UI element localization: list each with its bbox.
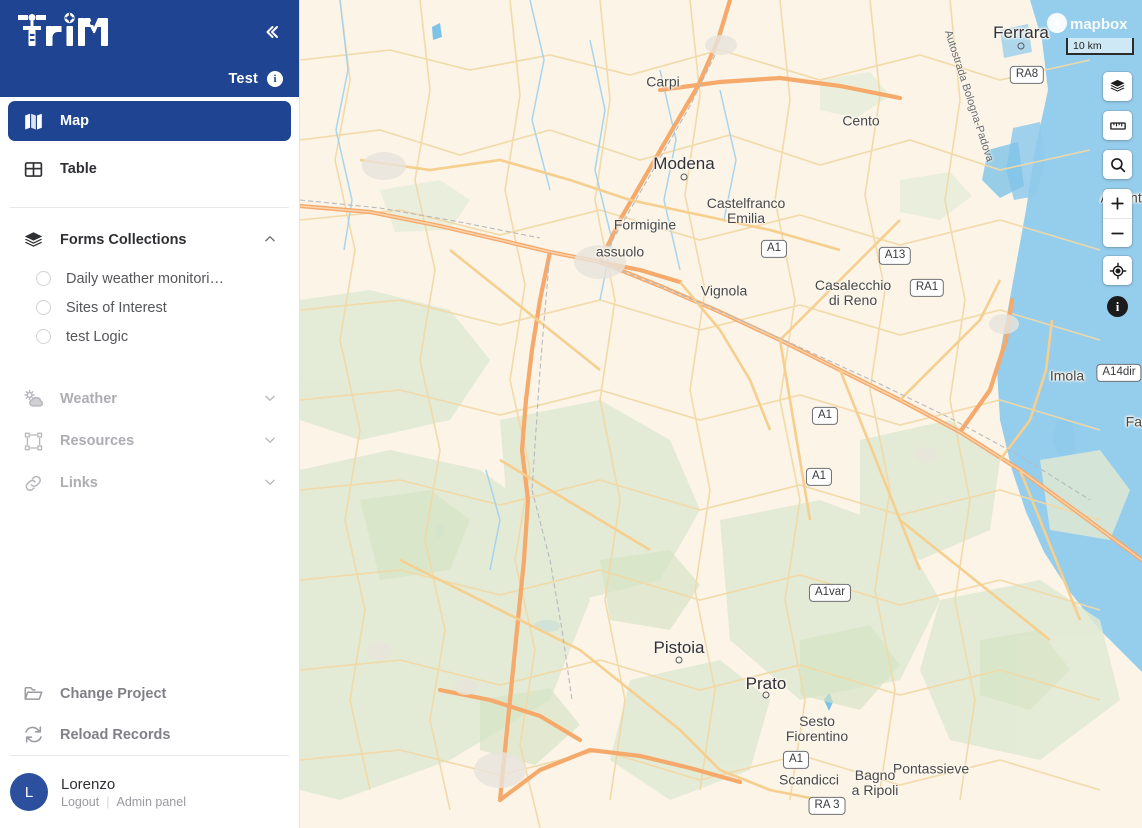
map-icon bbox=[22, 110, 44, 132]
city-dot bbox=[1017, 42, 1025, 50]
chevron-down-icon bbox=[263, 433, 277, 450]
reload-records-button[interactable]: Reload Records bbox=[0, 714, 299, 755]
radio-icon[interactable] bbox=[36, 300, 51, 315]
collection-label: Sites of Interest bbox=[66, 299, 167, 316]
trim-logo bbox=[16, 12, 112, 52]
layers-icon[interactable] bbox=[1103, 72, 1132, 101]
link-separator: | bbox=[106, 795, 110, 810]
map-scale-bar: 10 km bbox=[1066, 38, 1134, 55]
project-name: Test bbox=[228, 71, 258, 87]
map-search-control[interactable] bbox=[1103, 150, 1132, 179]
bottom-action-label: Change Project bbox=[60, 685, 167, 702]
sidebar-divider bbox=[10, 207, 289, 208]
refresh-icon bbox=[22, 724, 44, 746]
svg-text:mapbox: mapbox bbox=[1070, 16, 1128, 33]
road-shield: RA1 bbox=[909, 278, 945, 298]
chevron-down-icon bbox=[263, 475, 277, 492]
road-shield: RA8 bbox=[1009, 65, 1045, 85]
change-project-button[interactable]: Change Project bbox=[0, 673, 299, 714]
city-dot bbox=[680, 173, 688, 181]
logout-link[interactable]: Logout bbox=[61, 795, 99, 809]
user-name: Lorenzo bbox=[61, 775, 116, 793]
sidebar-section-label: Links bbox=[60, 475, 98, 491]
sidebar-body: Map Table Forms Collections Daily weathe… bbox=[0, 97, 299, 673]
chevrons-left-icon bbox=[266, 26, 278, 38]
collection-label: Daily weather monitori… bbox=[66, 270, 224, 287]
sidebar-section-weather[interactable]: Weather bbox=[0, 379, 299, 419]
sidebar-section-forms-collections[interactable]: Forms Collections bbox=[0, 220, 299, 260]
sidebar-collapse-button[interactable] bbox=[255, 16, 287, 48]
sidebar-section-label: Forms Collections bbox=[60, 232, 187, 248]
sidebar: Test i Map Table Forms Collections Daily… bbox=[0, 0, 300, 828]
map-geolocate-control[interactable] bbox=[1103, 256, 1132, 285]
geolocate-icon[interactable] bbox=[1103, 256, 1132, 285]
project-indicator: Test i bbox=[228, 71, 283, 87]
list-item[interactable]: Daily weather monitori… bbox=[0, 264, 299, 293]
zoom-out-icon[interactable] bbox=[1103, 218, 1132, 247]
sidebar-section-label: Resources bbox=[60, 433, 135, 449]
mapbox-logo[interactable]: mapbox bbox=[1046, 12, 1134, 34]
road-shield: A13 bbox=[878, 246, 912, 266]
sidebar-footer: Change Project Reload Records L Lorenzo … bbox=[0, 673, 299, 828]
map-zoom-control[interactable] bbox=[1103, 189, 1132, 247]
city-dot bbox=[762, 691, 770, 699]
sidebar-item-table[interactable]: Table bbox=[8, 149, 291, 189]
ruler-icon[interactable] bbox=[1103, 111, 1132, 140]
zoom-in-icon[interactable] bbox=[1103, 189, 1132, 218]
map-basemap bbox=[300, 0, 1142, 828]
road-shield: RA 3 bbox=[808, 796, 846, 816]
bounding-box-icon bbox=[22, 430, 44, 452]
sidebar-section-resources[interactable]: Resources bbox=[0, 421, 299, 461]
sidebar-section-label: Weather bbox=[60, 391, 117, 407]
map-layers-control[interactable] bbox=[1103, 72, 1132, 101]
sidebar-item-map[interactable]: Map bbox=[8, 101, 291, 141]
avatar: L bbox=[10, 773, 48, 811]
sidebar-header: Test i bbox=[0, 0, 299, 97]
road-shield: A1 bbox=[811, 406, 839, 426]
forms-collections-list: Daily weather monitori… Sites of Interes… bbox=[0, 260, 299, 359]
chevron-up-icon bbox=[263, 232, 277, 249]
collection-label: test Logic bbox=[66, 328, 129, 345]
search-icon[interactable] bbox=[1103, 150, 1132, 179]
road-shield: A1 bbox=[782, 750, 810, 770]
weather-icon bbox=[22, 388, 44, 410]
map-info-button[interactable]: i bbox=[1107, 296, 1128, 317]
city-dot bbox=[675, 656, 683, 664]
radio-icon[interactable] bbox=[36, 271, 51, 286]
bottom-action-label: Reload Records bbox=[60, 726, 171, 743]
project-info-icon[interactable]: i bbox=[267, 71, 283, 87]
road-shield: A1var bbox=[808, 583, 852, 603]
sidebar-item-label: Table bbox=[60, 161, 97, 177]
user-account[interactable]: L Lorenzo Logout | Admin panel bbox=[0, 756, 299, 828]
folder-icon bbox=[22, 683, 44, 705]
user-links: Logout | Admin panel bbox=[61, 795, 186, 809]
list-item[interactable]: Sites of Interest bbox=[0, 293, 299, 322]
map-measure-control[interactable] bbox=[1103, 111, 1132, 140]
link-icon bbox=[22, 472, 44, 494]
chevron-down-icon bbox=[263, 391, 277, 408]
road-shield: A1 bbox=[760, 239, 788, 259]
admin-panel-link[interactable]: Admin panel bbox=[116, 795, 186, 809]
sidebar-section-links[interactable]: Links bbox=[0, 463, 299, 503]
table-icon bbox=[22, 158, 44, 180]
radio-icon[interactable] bbox=[36, 329, 51, 344]
list-item[interactable]: test Logic bbox=[0, 322, 299, 351]
map-canvas[interactable]: Ferrara Modena Ravenna Forlì Pistoia Pra… bbox=[300, 0, 1142, 828]
road-shield: A14dir bbox=[1096, 363, 1142, 383]
sidebar-item-label: Map bbox=[60, 113, 89, 129]
layers-icon bbox=[22, 229, 44, 251]
app-root: Test i Map Table Forms Collections Daily… bbox=[0, 0, 1142, 828]
road-shield: A1 bbox=[805, 467, 833, 487]
